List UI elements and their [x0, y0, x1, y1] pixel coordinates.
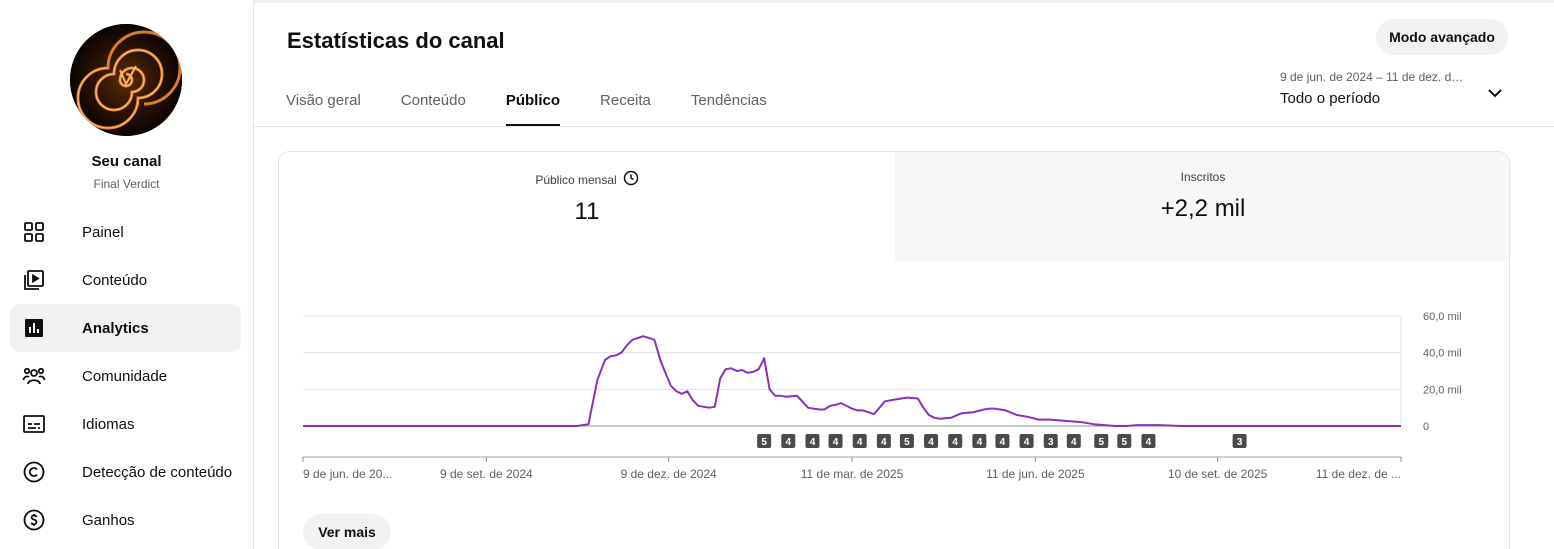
- sidebar-item-label: Ganhos: [82, 511, 135, 529]
- clock-icon: [623, 170, 639, 189]
- sidebar-item-analytics[interactable]: Analytics: [10, 304, 241, 352]
- sidebar-item-label: Conteúdo: [82, 271, 148, 289]
- audience-card: Público mensal 11 Inscritos +2,2 mil 0 20…: [278, 151, 1510, 549]
- channel-handle: Final Verdict: [93, 177, 160, 191]
- x-tick-label: 9 de set. de 2024: [440, 467, 533, 481]
- sidebar-item-ganhos[interactable]: Ganhos: [10, 496, 241, 544]
- x-tick-label: 11 de dez. de ...: [1316, 467, 1401, 481]
- tab-conteudo[interactable]: Conteúdo: [401, 80, 466, 126]
- tab-tendencias[interactable]: Tendências: [691, 80, 767, 126]
- analytics-icon: [22, 316, 46, 340]
- annotation-label: 5: [904, 437, 910, 448]
- series-line: [303, 335, 1401, 427]
- metric-monthly-audience[interactable]: Público mensal 11: [279, 152, 895, 261]
- sidebar: Seu canal Final Verdict Painel Conteúdo: [0, 0, 254, 549]
- annotation-label: 4: [1024, 437, 1030, 448]
- period-selector[interactable]: 9 de jun. de 2024 – 11 de dez. de 2025 T…: [1280, 70, 1510, 116]
- x-tick-label: 11 de mar. de 2025: [801, 467, 904, 481]
- annotation-label: 4: [977, 437, 983, 448]
- annotation-label: 4: [928, 437, 934, 448]
- annotation-label: 4: [881, 437, 887, 448]
- see-more-button[interactable]: Ver mais: [303, 514, 391, 549]
- annotation-label: 4: [1000, 437, 1006, 448]
- metric-value: +2,2 mil: [1160, 195, 1246, 222]
- sidebar-item-label: Comunidade: [82, 367, 168, 385]
- x-tick-label: 9 de dez. de 2024: [621, 467, 717, 481]
- sidebar-item-label: Analytics: [82, 319, 149, 337]
- header-divider: [254, 126, 1554, 127]
- y-tick-label: 0: [1423, 421, 1429, 433]
- annotation-label: 3: [1048, 437, 1054, 448]
- sidebar-item-label: Painel: [82, 223, 124, 241]
- sidebar-nav: Painel Conteúdo Analytics Comunidade Idi…: [10, 208, 241, 544]
- metric-value: 11: [574, 198, 600, 225]
- metric-label: Público mensal: [535, 172, 617, 187]
- page-title: Estatísticas do canal: [287, 28, 505, 53]
- annotation-label: 5: [1122, 437, 1128, 448]
- sidebar-item-label: Idiomas: [82, 415, 135, 433]
- annotation-label: 4: [833, 437, 839, 448]
- y-tick-label: 20,0 mil: [1423, 384, 1462, 396]
- annotation-label: 5: [1098, 437, 1104, 448]
- x-tick-label: 10 de set. de 2025: [1168, 467, 1268, 481]
- period-range: 9 de jun. de 2024 – 11 de dez. de 2025: [1280, 70, 1464, 84]
- content-icon: [22, 268, 46, 292]
- channel-avatar[interactable]: [70, 24, 182, 136]
- metric-label: Inscritos: [1180, 170, 1226, 184]
- sidebar-item-idiomas[interactable]: Idiomas: [10, 400, 241, 448]
- metric-subscribers[interactable]: Inscritos +2,2 mil: [895, 152, 1509, 261]
- analytics-tabs: Visão geral Conteúdo Público Receita Ten…: [286, 80, 807, 126]
- tab-visao-geral[interactable]: Visão geral: [286, 80, 361, 126]
- y-tick-label: 60,0 mil: [1423, 311, 1462, 323]
- tab-receita[interactable]: Receita: [600, 80, 651, 126]
- sidebar-item-painel[interactable]: Painel: [10, 208, 241, 256]
- advanced-mode-button[interactable]: Modo avançado: [1376, 19, 1508, 55]
- annotation-label: 4: [857, 437, 863, 448]
- annotation-label: 3: [1237, 437, 1243, 448]
- period-label: Todo o período: [1280, 90, 1381, 107]
- sidebar-item-conteudo[interactable]: Conteúdo: [10, 256, 241, 304]
- y-tick-label: 40,0 mil: [1423, 348, 1462, 360]
- sidebar-item-deteccao[interactable]: Detecção de conteúdo: [10, 448, 241, 496]
- sidebar-item-label: Detecção de conteúdo: [82, 463, 233, 481]
- subtitles-icon: [22, 412, 46, 436]
- annotation-label: 4: [810, 437, 816, 448]
- audience-line-chart: 0 20,0 mil 40,0 mil 60,0 mil 5 4 4 4 4 4 5 4 4 4 4 4 3 4 5…: [302, 311, 1462, 481]
- x-tick-label: 11 de jun. de 2025: [986, 467, 1085, 481]
- copyright-icon: [22, 460, 46, 484]
- annotation-label: 4: [1146, 437, 1152, 448]
- annotation-label: 4: [1071, 437, 1077, 448]
- annotation-label: 5: [761, 437, 767, 448]
- sidebar-item-comunidade[interactable]: Comunidade: [10, 352, 241, 400]
- dollar-icon: [22, 508, 46, 532]
- dashboard-icon: [22, 220, 46, 244]
- annotation-label: 4: [786, 437, 792, 448]
- x-tick-label: 9 de jun. de 20...: [303, 467, 392, 481]
- channel-name: Seu canal: [91, 153, 162, 170]
- community-icon: [22, 364, 46, 388]
- chevron-down-icon: [1485, 83, 1505, 108]
- annotation-label: 4: [952, 437, 958, 448]
- tab-publico[interactable]: Público: [505, 80, 561, 126]
